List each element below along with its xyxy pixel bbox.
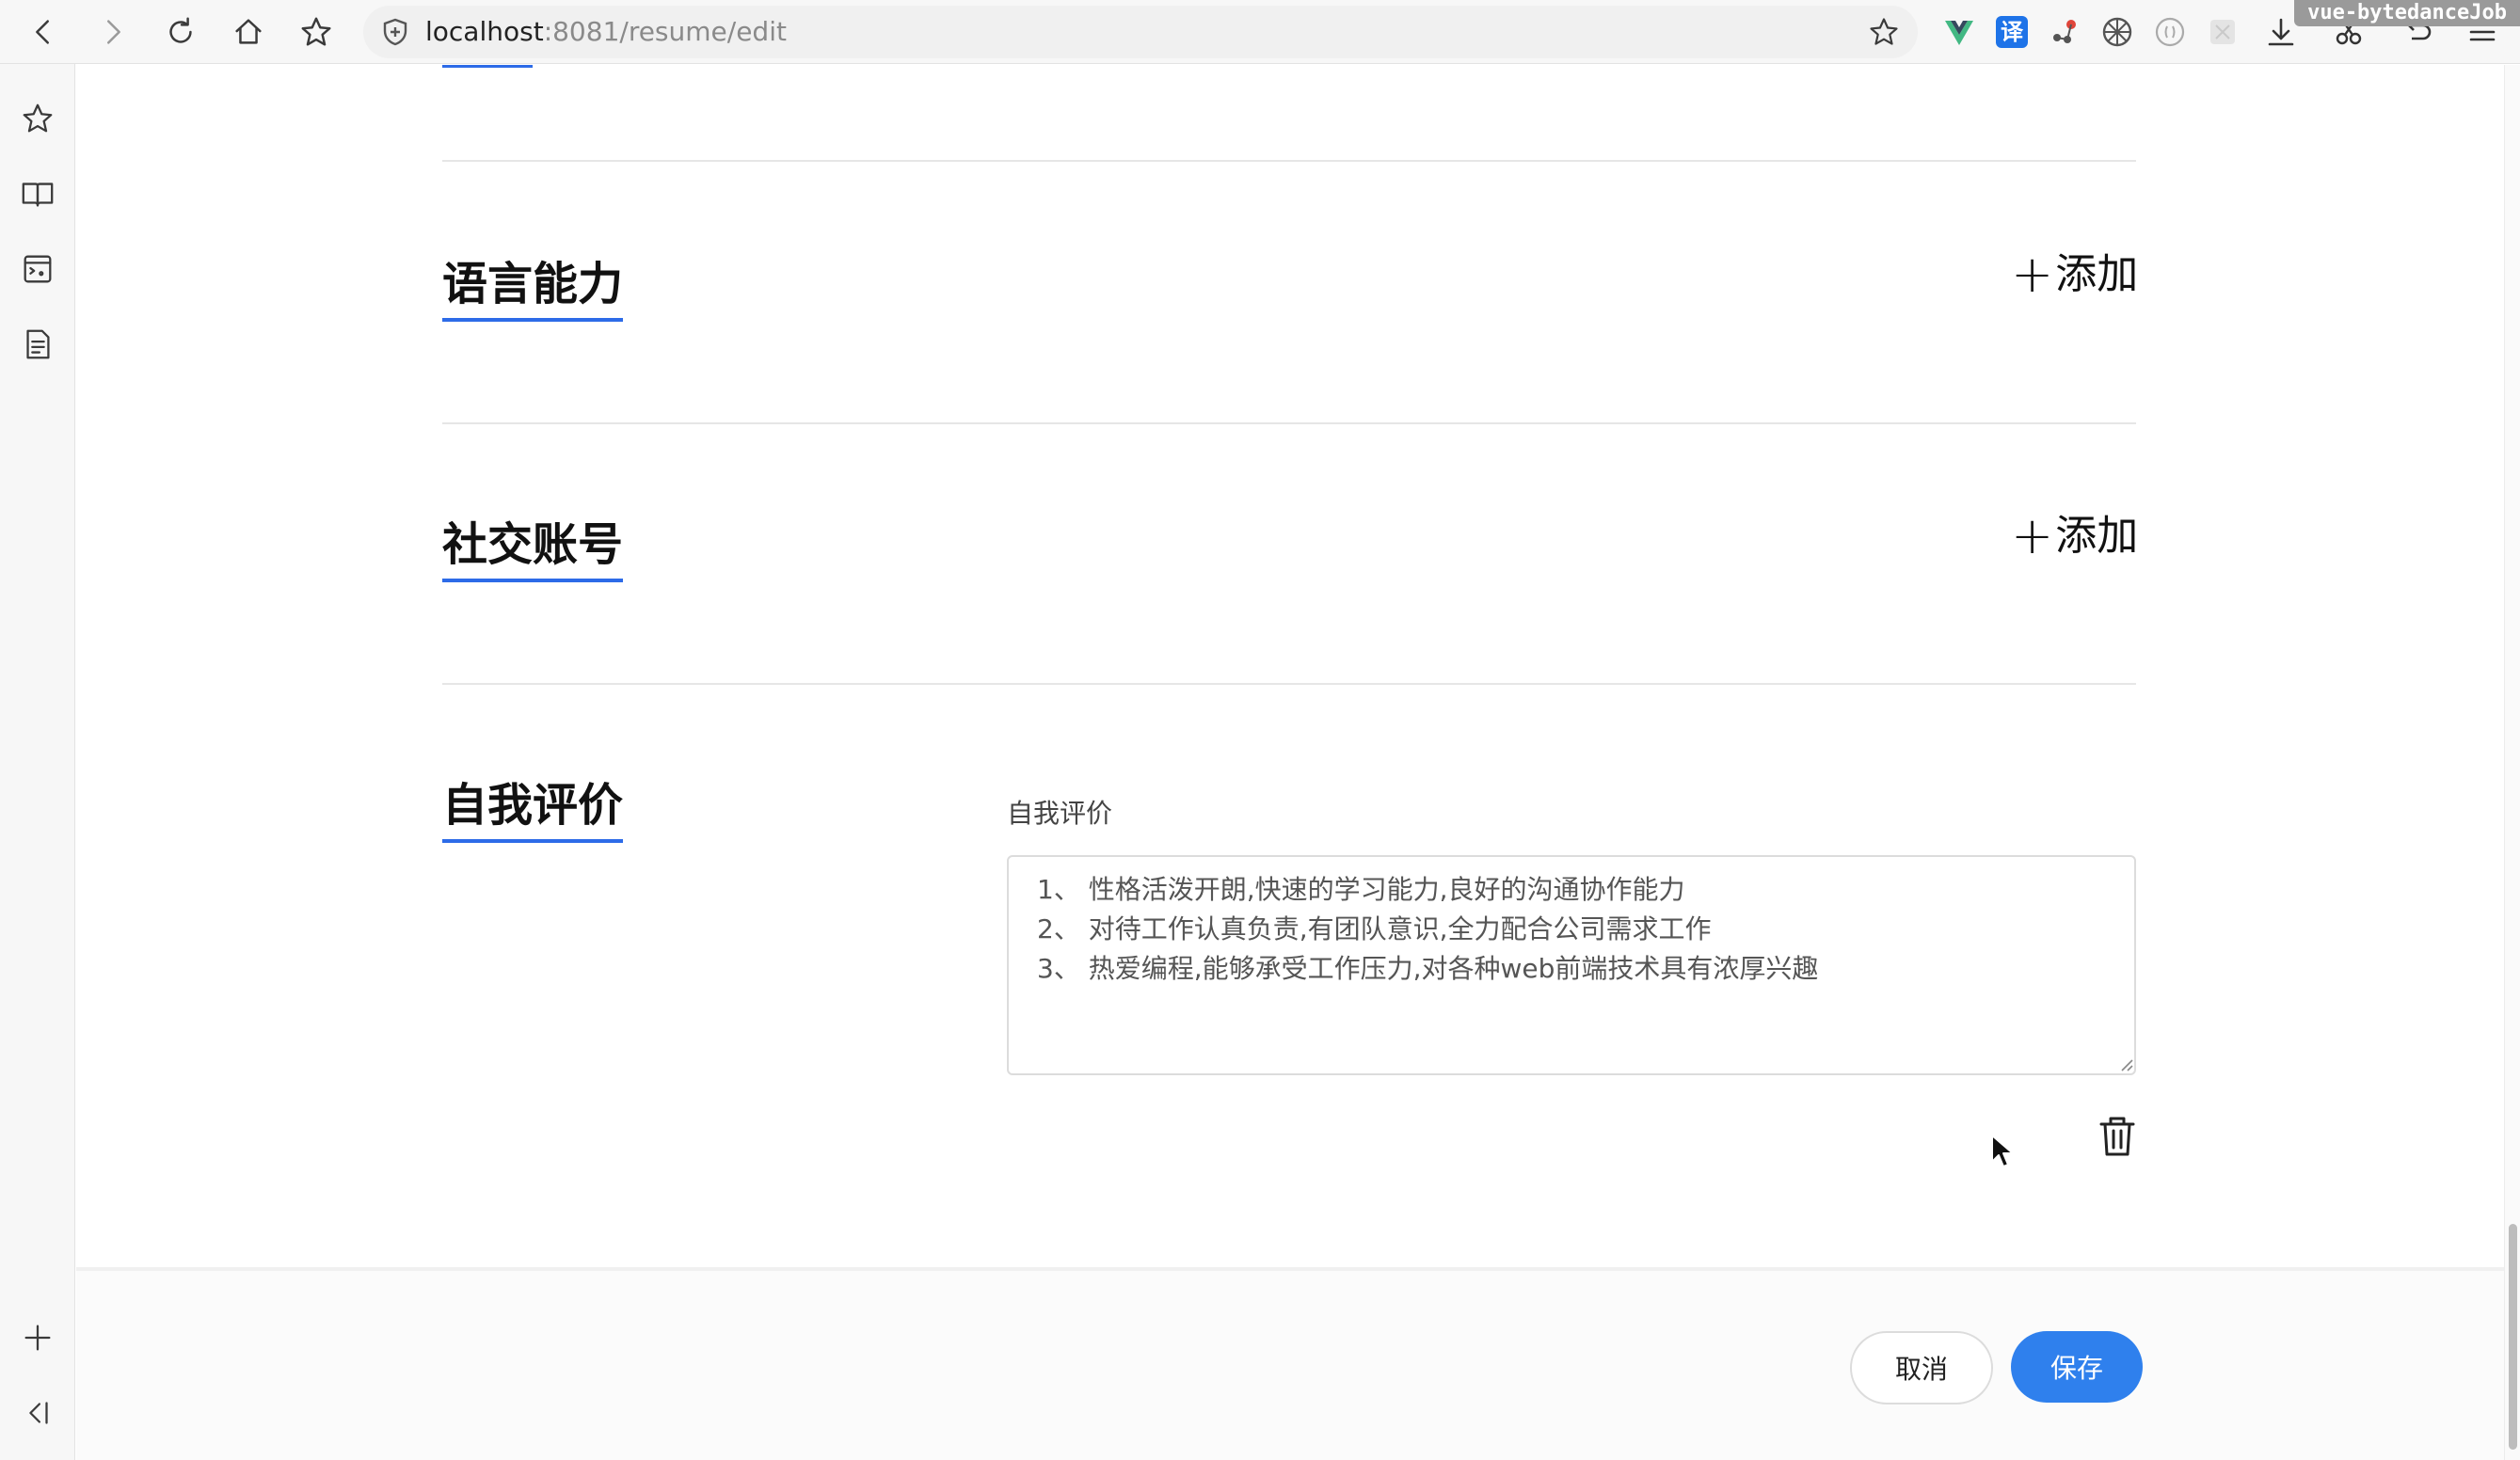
scrollbar-thumb[interactable]	[2509, 1224, 2517, 1450]
save-button[interactable]: 保存	[2011, 1331, 2143, 1403]
reload-icon[interactable]	[158, 9, 203, 55]
home-icon[interactable]	[226, 9, 271, 55]
page-scrollbar[interactable]	[2504, 65, 2520, 1460]
sidebar-favorites-icon[interactable]	[19, 100, 56, 137]
language-add-label: 添加	[2055, 250, 2139, 298]
grid-extension-icon[interactable]	[2204, 13, 2241, 51]
previous-section-underline	[442, 65, 533, 68]
language-section-title: 语言能力	[442, 256, 624, 322]
self-eval-textarea[interactable]: 1、 性格活泼开朗,快速的学习能力,良好的沟通协作能力 2、 对待工作认真负责,…	[1007, 855, 2136, 1075]
textarea-resize-handle[interactable]	[2118, 1056, 2133, 1071]
translate-extension-label: 译	[1996, 16, 2028, 48]
section-divider	[442, 160, 2136, 162]
browser-toolbar: localhost:8081/resume/edit 译 vue-bytedan…	[0, 0, 2520, 64]
browser-sidebar	[0, 64, 75, 1460]
plus-icon: +	[2011, 245, 2054, 304]
sidebar-notes-icon[interactable]	[19, 325, 56, 363]
delete-trash-icon[interactable]	[2094, 1113, 2141, 1160]
url-host: localhost	[425, 16, 544, 47]
project-badge: vue-bytedanceJob	[2294, 0, 2520, 26]
mouse-cursor-icon	[1991, 1135, 2014, 1167]
forward-icon[interactable]	[90, 9, 136, 55]
cancel-button[interactable]: 取消	[1850, 1331, 1993, 1404]
json-extension-icon[interactable]	[2151, 13, 2189, 51]
self-eval-field-label: 自我评价	[1007, 798, 1113, 829]
section-divider	[442, 683, 2136, 685]
address-bar[interactable]: localhost:8081/resume/edit	[363, 6, 1918, 58]
self-eval-section-title: 自我评价	[442, 777, 624, 843]
network-extension-icon[interactable]	[2046, 13, 2083, 51]
bookmark-star-icon[interactable]	[1867, 15, 1901, 49]
language-add-button[interactable]: + 添加	[2011, 248, 2138, 301]
vue-devtools-icon[interactable]	[1940, 13, 1978, 51]
social-add-label: 添加	[2055, 512, 2139, 560]
social-add-button[interactable]: + 添加	[2011, 510, 2138, 563]
sidebar-collapse-icon[interactable]	[19, 1394, 56, 1432]
plus-icon: +	[2011, 506, 2054, 565]
sidebar-add-icon[interactable]	[19, 1319, 56, 1357]
sidebar-reading-icon[interactable]	[19, 175, 56, 213]
social-section-title: 社交账号	[442, 516, 624, 582]
aperture-extension-icon[interactable]	[2098, 13, 2136, 51]
section-divider	[442, 422, 2136, 424]
site-security-shield-icon[interactable]	[380, 17, 410, 47]
translate-extension-icon[interactable]: 译	[1993, 13, 2031, 51]
resume-edit-page: 语言能力 + 添加 社交账号 + 添加 自我评价 自我评价 1、 性格活泼开朗,快速…	[76, 65, 2504, 1460]
favorites-star-icon[interactable]	[294, 9, 339, 55]
sidebar-screenshot-icon[interactable]	[19, 250, 56, 288]
url-text[interactable]: localhost:8081/resume/edit	[425, 17, 787, 47]
back-icon[interactable]	[21, 9, 66, 55]
url-path: :8081/resume/edit	[543, 16, 787, 47]
